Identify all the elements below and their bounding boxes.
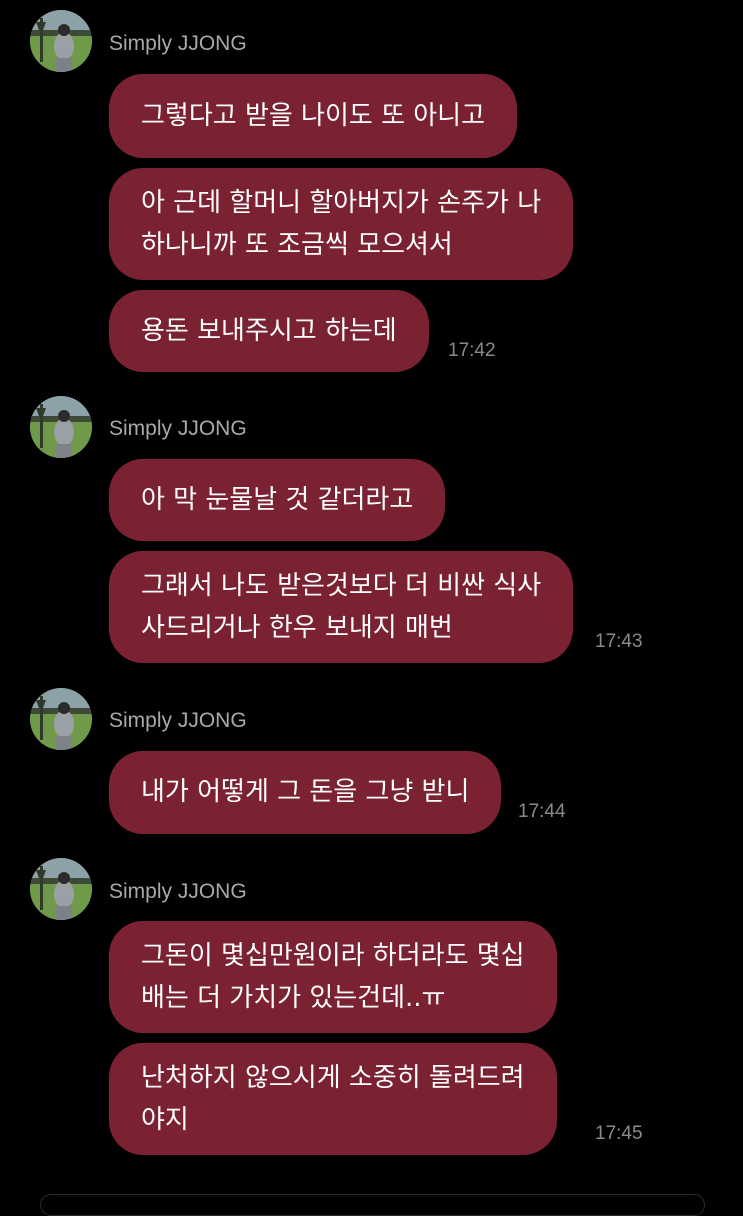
avatar[interactable] (30, 858, 92, 920)
message-bubble[interactable]: 아 근데 할머니 할아버지가 손주가 나 하나니까 또 조금씩 모으셔서 (109, 168, 574, 280)
message-bubble[interactable]: 내가 어떻게 그 돈을 그냥 받니 (109, 751, 502, 834)
avatar-photo-icon (30, 858, 92, 920)
message-timestamp: 17:42 (448, 340, 496, 361)
message-timestamp: 17:44 (518, 801, 566, 822)
message-text: 아 근데 할머니 할아버지가 손주가 나 (141, 188, 542, 218)
message-text: 야지 (141, 1105, 189, 1135)
avatar[interactable] (30, 688, 92, 750)
message-input-edge[interactable] (40, 1194, 705, 1216)
message-text: 하나니까 또 조금씩 모으셔서 (141, 230, 453, 260)
sender-name: Simply JJONG (109, 32, 247, 55)
message-text: 그돈이 몇십만원이라 하더라도 몇십 (141, 941, 525, 971)
message-bubble[interactable]: 그렇다고 받을 나이도 또 아니고 (109, 74, 518, 158)
message-text: 난처하지 않으시게 소중히 돌려드려 (141, 1063, 525, 1093)
message-timestamp: 17:45 (595, 1123, 643, 1144)
message-text: 그래서 나도 받은것보다 더 비싼 식사 (141, 571, 542, 601)
message-bubble[interactable]: 아 막 눈물날 것 같더라고 (109, 459, 446, 541)
message-text: 아 막 눈물날 것 같더라고 (141, 485, 414, 515)
message-text: 용돈 보내주시고 하는데 (141, 316, 397, 346)
message-bubble[interactable]: 그돈이 몇십만원이라 하더라도 몇십 배는 더 가치가 있는건데..ㅠ (109, 921, 557, 1033)
message-bubble[interactable]: 난처하지 않으시게 소중히 돌려드려 야지 (109, 1043, 557, 1155)
sender-name: Simply JJONG (109, 417, 247, 440)
avatar-photo-icon (30, 396, 92, 458)
avatar-photo-icon (30, 688, 92, 750)
message-bubble[interactable]: 그래서 나도 받은것보다 더 비싼 식사 사드리거나 한우 보내지 매번 (109, 551, 574, 663)
message-text: 그렇다고 받을 나이도 또 아니고 (141, 101, 486, 131)
avatar[interactable] (30, 10, 92, 72)
sender-name: Simply JJONG (109, 709, 247, 732)
avatar[interactable] (30, 396, 92, 458)
message-timestamp: 17:43 (595, 631, 643, 652)
message-text: 사드리거나 한우 보내지 매번 (141, 613, 453, 643)
message-bubble[interactable]: 용돈 보내주시고 하는데 (109, 290, 429, 372)
message-text: 배는 더 가치가 있는건데..ㅠ (141, 983, 446, 1013)
sender-name: Simply JJONG (109, 880, 247, 903)
avatar-photo-icon (30, 10, 92, 72)
message-text: 내가 어떻게 그 돈을 그냥 받니 (141, 777, 470, 807)
